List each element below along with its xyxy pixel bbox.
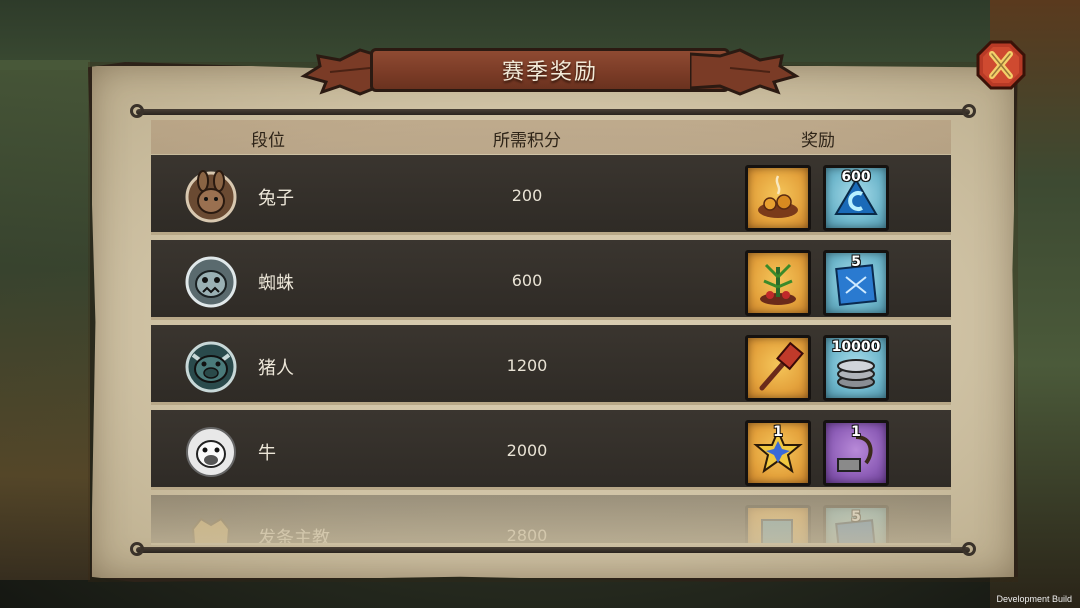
reward-item-gem[interactable]: 600 — [823, 165, 889, 231]
page-title: 赛季奖励 — [501, 60, 598, 85]
reward-item-plant[interactable] — [745, 250, 811, 316]
table-row: 兔子 200 600 — [151, 155, 951, 235]
rank-name: 牛 — [258, 443, 276, 464]
bottom-rail — [136, 547, 970, 553]
reward-item-treasure[interactable] — [745, 165, 811, 231]
reward-item-coins[interactable]: 10000 — [823, 335, 889, 401]
reward-item-card[interactable] — [745, 505, 811, 543]
reward-item-lantern[interactable]: 1 — [823, 420, 889, 486]
reward-item-blueprint[interactable]: 5 — [823, 505, 889, 543]
header-rank: 段位 — [251, 131, 285, 151]
rewards-list[interactable]: 兔子 200 600 蜘蛛 600 5 猪人 1200 10000 牛 2000… — [151, 155, 951, 543]
required-points: 600 — [511, 271, 543, 290]
reward-item-badge[interactable]: 1 — [745, 420, 811, 486]
card-frame-icon — [761, 519, 793, 543]
rank-name: 蜘蛛 — [258, 273, 294, 294]
header-rewards: 奖励 — [801, 131, 835, 151]
rank-name: 猪人 — [258, 358, 294, 379]
header-points: 所需积分 — [493, 131, 561, 151]
banner-right-wing — [690, 48, 800, 96]
rabbit-rank-icon — [185, 170, 237, 223]
close-button[interactable] — [976, 40, 1026, 90]
table-row: 蜘蛛 600 5 — [151, 240, 951, 320]
table-row: 猪人 1200 10000 — [151, 325, 951, 405]
reward-item-hammer[interactable] — [745, 335, 811, 401]
background-left — [0, 60, 90, 580]
title-banner: 赛季奖励 — [300, 42, 800, 98]
pigman-rank-icon — [185, 341, 237, 393]
required-points: 2000 — [506, 441, 548, 460]
plant-trap-icon — [760, 263, 796, 305]
rank-name: 发条主教 — [258, 528, 330, 543]
rank-name: 兔子 — [258, 188, 294, 209]
table-row: 牛 2000 1 1 — [151, 410, 951, 490]
spider-rank-icon — [185, 256, 237, 308]
required-points: 2800 — [506, 526, 548, 543]
table-row: 发条主教 2800 5 — [151, 495, 951, 543]
ox-rank-icon — [186, 427, 236, 477]
top-rail — [136, 109, 970, 115]
war-hammer-icon — [759, 341, 804, 391]
table-header: 段位 所需积分 奖励 — [151, 120, 951, 154]
development-build-label: Development Build — [996, 594, 1072, 604]
close-icon — [976, 40, 1026, 90]
required-points: 200 — [511, 186, 543, 205]
bishop-rank-icon — [191, 517, 231, 543]
treasure-pile-icon — [758, 175, 798, 218]
reward-item-blueprint[interactable]: 5 — [823, 250, 889, 316]
required-points: 1200 — [506, 356, 548, 375]
